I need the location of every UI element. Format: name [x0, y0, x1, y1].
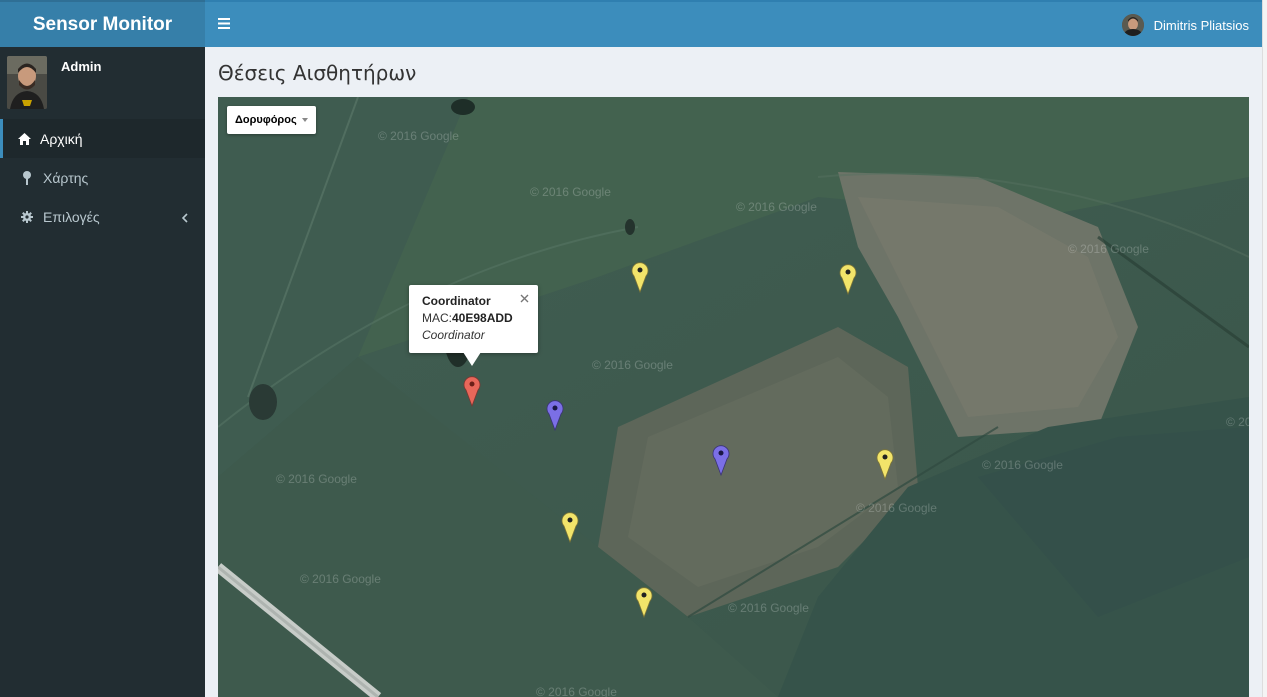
- sidebar-menu: Αρχική Χάρτης Επιλογές: [0, 119, 205, 236]
- map-watermark: © 2016 Google: [1068, 242, 1149, 256]
- user-menu-name: Dimitris Pliatsios: [1153, 17, 1249, 33]
- map-watermark: © 2016 Google: [530, 185, 611, 199]
- home-icon: [14, 132, 34, 145]
- user-menu[interactable]: Dimitris Pliatsios: [1121, 14, 1249, 36]
- chevron-left-icon: [181, 210, 188, 226]
- brand-logo[interactable]: Sensor Monitor: [0, 0, 205, 47]
- map-watermark: © 2016 Google: [592, 358, 673, 372]
- user-name: Admin: [61, 59, 102, 74]
- sidebar-item-options[interactable]: Επιλογές: [0, 197, 205, 236]
- scrollbar[interactable]: [1262, 0, 1267, 697]
- satellite-map[interactable]: © 2016 Google © 2016 Google © 2016 Googl…: [218, 97, 1249, 697]
- mac-label: MAC:: [422, 311, 452, 325]
- map-marker-yellow-icon[interactable]: [876, 448, 894, 480]
- map-watermark: © 2016 Google: [300, 572, 381, 586]
- gear-icon: [17, 210, 37, 223]
- avatar: [1121, 14, 1144, 36]
- map-type-dropdown[interactable]: Δορυφόρος: [227, 106, 316, 134]
- map-watermark: © 2016 Google: [378, 129, 459, 143]
- map-marker-yellow-icon[interactable]: [635, 586, 653, 618]
- sidebar-item-label: Χάρτης: [43, 169, 89, 186]
- page-title: Θέσεις Αισθητήρων: [218, 61, 417, 85]
- sidebar-item-home[interactable]: Αρχική: [0, 119, 205, 158]
- user-panel: Admin: [0, 47, 205, 119]
- map-marker-purple-icon[interactable]: [712, 444, 730, 476]
- map-watermark: © 2016 Google: [1226, 415, 1249, 429]
- map-pin-icon: [17, 170, 37, 185]
- close-icon[interactable]: [520, 292, 529, 306]
- sidebar-item-map[interactable]: Χάρτης: [0, 158, 205, 197]
- info-window-type: Coordinator: [422, 328, 485, 342]
- map-watermark: © 2016 Google: [736, 200, 817, 214]
- map-watermark: © 2016 Google: [728, 601, 809, 615]
- map-watermark: © 2016 Google: [982, 458, 1063, 472]
- top-navbar: Dimitris Pliatsios: [205, 0, 1262, 47]
- sidebar-item-label: Αρχική: [40, 130, 83, 147]
- brand-title: Sensor Monitor: [32, 13, 173, 35]
- map-marker-coordinator-icon[interactable]: [463, 375, 481, 407]
- hamburger-icon[interactable]: [218, 16, 230, 34]
- map-watermark: © 2016 Google: [276, 472, 357, 486]
- map-marker-yellow-icon[interactable]: [561, 511, 579, 543]
- map-marker-yellow-icon[interactable]: [631, 261, 649, 293]
- caret-down-icon: [301, 118, 308, 122]
- marker-info-window: Coordinator MAC:40E98ADD Coordinator: [409, 285, 538, 366]
- map-marker-purple-icon[interactable]: [546, 399, 564, 431]
- map-watermark: © 2016 Google: [856, 501, 937, 515]
- sidebar-item-label: Επιλογές: [43, 208, 100, 225]
- map-type-label: Δορυφόρος: [235, 114, 297, 126]
- avatar: [7, 56, 47, 109]
- map-watermark: © 2016 Google: [536, 685, 617, 697]
- mac-value: 40E98ADD: [452, 311, 513, 325]
- sidebar: Admin Αρχική Χάρτης Επιλογές: [0, 47, 205, 697]
- map-marker-yellow-icon[interactable]: [839, 263, 857, 295]
- info-window-mac: MAC:40E98ADD: [422, 311, 538, 325]
